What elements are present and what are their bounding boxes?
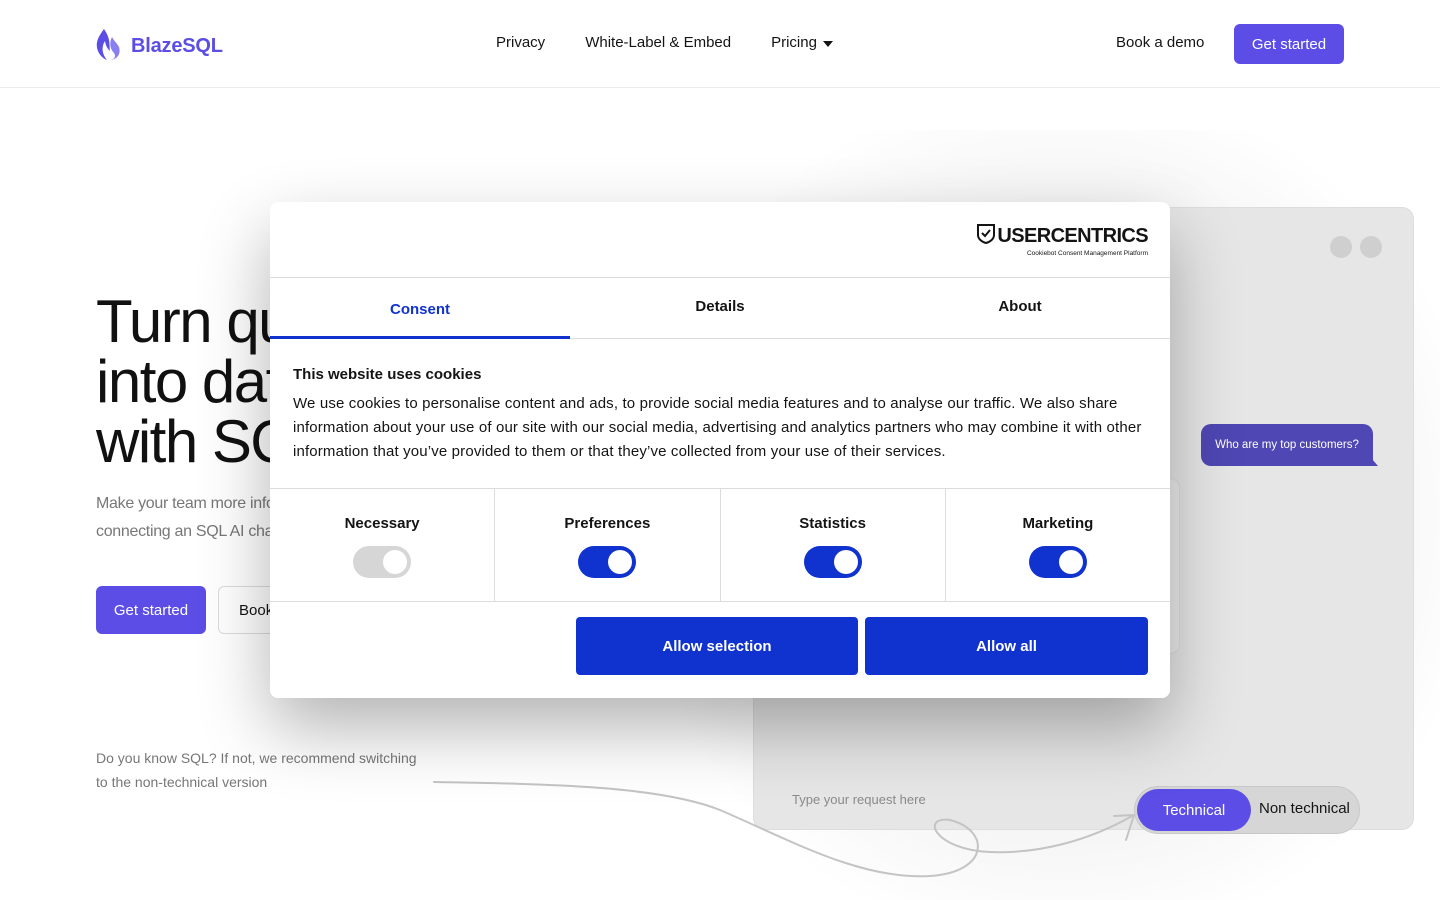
dialog-title: This website uses cookies — [293, 366, 482, 383]
category-marketing: Marketing — [946, 489, 1170, 601]
allow-all-button[interactable]: Allow all — [865, 617, 1148, 675]
hero-get-started-button[interactable]: Get started — [96, 586, 206, 634]
category-label: Marketing — [1022, 515, 1094, 532]
toggle-technical[interactable]: Technical — [1137, 789, 1251, 831]
cookie-consent-dialog: USERCENTRICS Cookiebot Consent Managemen… — [270, 202, 1170, 698]
brand-name: USERCENTRICS — [997, 225, 1148, 247]
shield-icon — [977, 224, 996, 249]
marketing-toggle[interactable] — [1028, 546, 1087, 578]
tab-consent[interactable]: Consent — [270, 278, 570, 339]
brand-subtitle: Cookiebot Consent Management Platform — [1026, 250, 1148, 257]
logo-text: BlazeSQL — [131, 35, 223, 57]
toggle-knob — [608, 550, 633, 574]
book-demo-link[interactable]: Book a demo — [1116, 34, 1204, 51]
chat-bubble: Who are my top customers? — [1201, 424, 1373, 466]
caret-down-icon — [822, 40, 833, 47]
logo[interactable]: BlazeSQL — [95, 27, 223, 66]
hero-subtitle-line: connecting an SQL AI chat — [96, 523, 278, 540]
toggle-non-technical[interactable]: Non technical — [1259, 800, 1350, 817]
toggle-knob — [833, 550, 858, 574]
nav-white-label[interactable]: White-Label & Embed — [585, 34, 731, 51]
window-dot-icon — [1360, 236, 1382, 258]
hero-title-line: into dat — [96, 348, 282, 415]
sql-hint: Do you know SQL? If not, we recommend sw… — [96, 750, 417, 790]
allow-selection-button[interactable]: Allow selection — [576, 617, 858, 675]
category-label: Preferences — [564, 515, 651, 532]
nav-pricing-label: Pricing — [771, 34, 817, 51]
statistics-toggle[interactable] — [803, 546, 862, 578]
category-label: Statistics — [799, 515, 866, 532]
hero-subtitle-line: Make your team more infor — [96, 495, 280, 512]
hero-title-line: with SQ — [96, 408, 297, 475]
necessary-toggle — [353, 546, 412, 578]
category-label: Necessary — [344, 515, 420, 532]
nav-pricing[interactable]: Pricing — [771, 34, 833, 51]
tab-about[interactable]: About — [870, 278, 1170, 338]
category-statistics: Statistics — [721, 489, 946, 601]
toggle-knob — [1058, 550, 1083, 574]
nav-privacy[interactable]: Privacy — [496, 34, 545, 51]
site-header: BlazeSQL Privacy White-Label & Embed Pri… — [0, 0, 1440, 88]
usercentrics-logo: USERCENTRICS Cookiebot Consent Managemen… — [977, 224, 1149, 257]
main-nav: Privacy White-Label & Embed Pricing — [496, 34, 833, 51]
curved-arrow-icon — [433, 781, 1135, 878]
dialog-tabs: Consent Details About — [270, 277, 1170, 339]
tab-details[interactable]: Details — [570, 278, 870, 338]
flame-icon — [95, 27, 121, 66]
dialog-body: We use cookies to personalise content an… — [293, 395, 1142, 460]
category-necessary: Necessary — [270, 489, 496, 601]
hero-title-line: Turn qu — [96, 288, 292, 355]
get-started-button[interactable]: Get started — [1234, 24, 1344, 64]
category-preferences: Preferences — [495, 489, 721, 601]
window-dot-icon — [1330, 236, 1352, 258]
toggle-knob — [383, 550, 408, 574]
preferences-toggle[interactable] — [578, 546, 637, 578]
cookie-categories: Necessary Preferences Statistics Marketi… — [270, 488, 1170, 602]
